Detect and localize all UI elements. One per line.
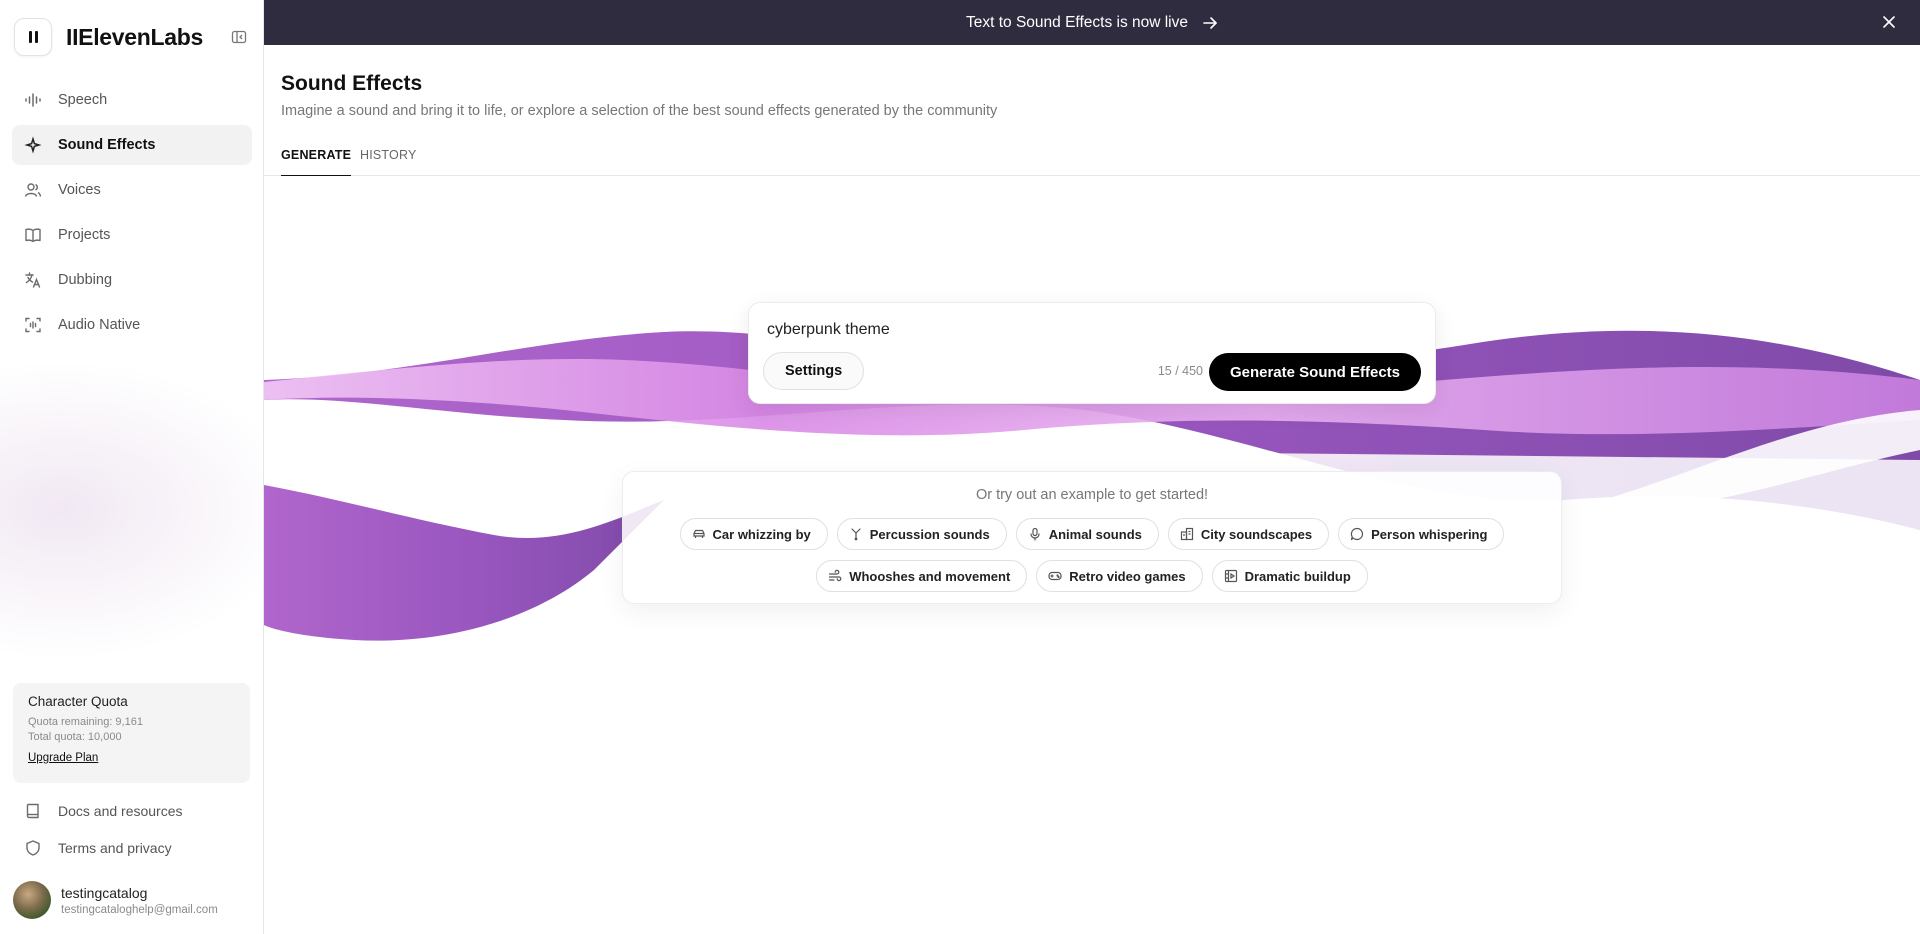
chip-label: Car whizzing by bbox=[712, 526, 811, 542]
examples-card: Or try out an example to get started! Ca… bbox=[622, 471, 1562, 604]
film-icon bbox=[1224, 569, 1238, 583]
sparkle-icon bbox=[24, 136, 42, 154]
settings-button[interactable]: Settings bbox=[763, 352, 865, 390]
drum-icon bbox=[849, 527, 863, 541]
sidebar: IIElevenLabs Speech Sound Effects Voices bbox=[0, 0, 264, 934]
docs-and-resources-link[interactable]: Docs and resources bbox=[12, 792, 252, 829]
pause-icon-bar bbox=[34, 31, 38, 43]
announcement-banner[interactable]: Text to Sound Effects is now live bbox=[264, 0, 1920, 45]
book-icon bbox=[24, 802, 42, 820]
car-icon bbox=[692, 527, 706, 541]
prompt-input[interactable]: cyberpunk theme bbox=[767, 321, 890, 339]
tab-generate[interactable]: GENERATE bbox=[281, 148, 352, 176]
page-subtitle: Imagine a sound and bring it to life, or… bbox=[281, 103, 998, 119]
tab-bar: GENERATE HISTORY bbox=[264, 142, 1920, 176]
sidebar-item-label: Voices bbox=[58, 182, 101, 198]
chip-label: City soundscapes bbox=[1200, 526, 1313, 542]
sidebar-nav: Speech Sound Effects Voices Projects Dub… bbox=[12, 80, 252, 350]
quota-title: Character Quota bbox=[28, 694, 128, 709]
page-title: Sound Effects bbox=[281, 72, 423, 95]
close-icon[interactable] bbox=[1880, 13, 1898, 31]
examples-row: Whooshes and movement Retro video games … bbox=[623, 560, 1561, 592]
example-chip-percussion-sounds[interactable]: Percussion sounds bbox=[836, 518, 1007, 550]
building-icon bbox=[1180, 527, 1194, 541]
sidebar-background-glow bbox=[0, 360, 263, 660]
example-chip-car-whizzing-by[interactable]: Car whizzing by bbox=[679, 518, 828, 550]
chip-label: Dramatic buildup bbox=[1244, 568, 1351, 584]
tab-history[interactable]: HISTORY bbox=[360, 148, 417, 176]
avatar bbox=[13, 881, 51, 919]
sidebar-item-projects[interactable]: Projects bbox=[12, 215, 252, 255]
quota-remaining: Quota remaining: 9,161 bbox=[28, 716, 143, 728]
chip-label: Percussion sounds bbox=[869, 526, 990, 542]
speech-bubble-icon bbox=[1350, 527, 1364, 541]
banner-text: Text to Sound Effects is now live bbox=[966, 13, 1188, 31]
gamepad-icon bbox=[1048, 569, 1062, 583]
book-open-icon bbox=[24, 226, 42, 244]
user-email: testingcataloghelp@gmail.com bbox=[61, 903, 218, 916]
sidebar-item-voices[interactable]: Voices bbox=[12, 170, 252, 210]
sidebar-item-audio-native[interactable]: Audio Native bbox=[12, 305, 252, 345]
character-count: 15 / 450 bbox=[1157, 364, 1203, 378]
example-chip-city-soundscapes[interactable]: City soundscapes bbox=[1167, 518, 1330, 550]
collapse-sidebar-icon[interactable] bbox=[228, 26, 250, 48]
sidebar-item-label: Audio Native bbox=[58, 317, 141, 333]
user-profile[interactable]: testingcatalog testingcataloghelp@gmail.… bbox=[13, 880, 253, 920]
sidebar-item-speech[interactable]: Speech bbox=[12, 80, 252, 120]
examples-title: Or try out an example to get started! bbox=[975, 487, 1209, 503]
sidebar-item-label: Sound Effects bbox=[58, 137, 156, 153]
bottom-link-label: Terms and privacy bbox=[58, 839, 172, 856]
user-name: testingcatalog bbox=[61, 884, 148, 901]
sound-prompt-card: cyberpunk theme Settings 15 / 450 Genera… bbox=[748, 302, 1436, 404]
sidebar-item-label: Projects bbox=[58, 227, 111, 243]
character-quota-card: Character Quota Quota remaining: 9,161 T… bbox=[13, 683, 250, 783]
translate-icon bbox=[24, 271, 42, 289]
chip-label: Animal sounds bbox=[1048, 526, 1142, 542]
wind-icon bbox=[828, 569, 842, 583]
chip-label: Retro video games bbox=[1069, 568, 1186, 584]
audio-frame-icon bbox=[24, 316, 42, 334]
example-chip-retro-video-games[interactable]: Retro video games bbox=[1036, 560, 1203, 592]
upgrade-plan-link[interactable]: Upgrade Plan bbox=[28, 752, 98, 764]
users-icon bbox=[24, 181, 42, 199]
example-chip-whooshes-and-movement[interactable]: Whooshes and movement bbox=[816, 560, 1028, 592]
sidebar-item-label: Speech bbox=[58, 92, 108, 108]
chip-label: Whooshes and movement bbox=[849, 568, 1011, 584]
quota-total: Total quota: 10,000 bbox=[28, 731, 122, 743]
terms-and-privacy-link[interactable]: Terms and privacy bbox=[12, 829, 252, 866]
pause-button[interactable] bbox=[14, 18, 52, 56]
example-chip-animal-sounds[interactable]: Animal sounds bbox=[1015, 518, 1159, 550]
waveform-icon bbox=[24, 91, 42, 109]
sidebar-item-dubbing[interactable]: Dubbing bbox=[12, 260, 252, 300]
generate-sound-effects-button[interactable]: Generate Sound Effects bbox=[1208, 353, 1421, 391]
microphone-icon bbox=[1028, 527, 1042, 541]
shield-icon bbox=[24, 839, 42, 857]
arrow-right-icon bbox=[1202, 15, 1218, 31]
examples-row: Car whizzing by Percussion sounds Animal… bbox=[623, 518, 1561, 550]
sidebar-item-sound-effects[interactable]: Sound Effects bbox=[12, 125, 252, 165]
example-chip-person-whispering[interactable]: Person whispering bbox=[1338, 518, 1505, 550]
bottom-link-label: Docs and resources bbox=[58, 802, 183, 819]
pause-icon-bar bbox=[28, 31, 32, 43]
brand-logo: IIElevenLabs bbox=[66, 23, 204, 50]
user-info: testingcatalog testingcataloghelp@gmail.… bbox=[61, 885, 218, 916]
chip-label: Person whispering bbox=[1371, 526, 1488, 542]
brand-row: IIElevenLabs bbox=[14, 18, 250, 56]
example-chip-dramatic-buildup[interactable]: Dramatic buildup bbox=[1211, 560, 1368, 592]
sidebar-bottom-links: Docs and resources Terms and privacy bbox=[12, 792, 252, 866]
sidebar-item-label: Dubbing bbox=[58, 272, 113, 288]
